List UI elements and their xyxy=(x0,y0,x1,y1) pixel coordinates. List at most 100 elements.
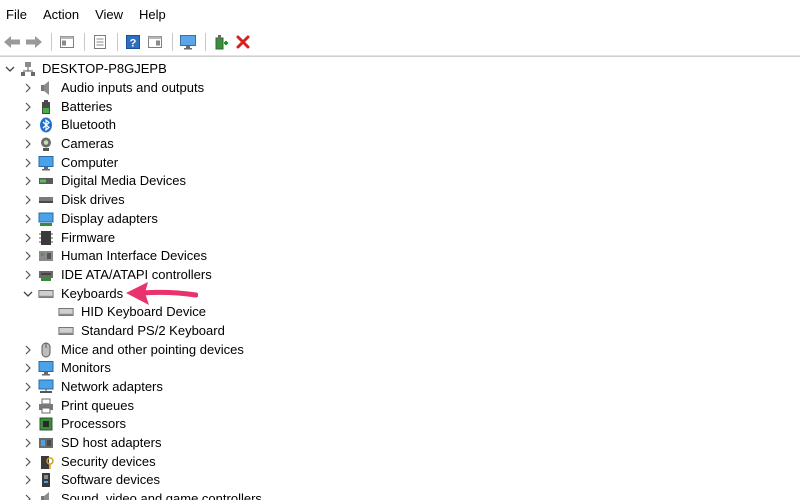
svg-text:?: ? xyxy=(130,38,137,50)
chevron-right-icon[interactable] xyxy=(22,344,34,356)
chevron-right-icon[interactable] xyxy=(22,381,34,393)
chevron-right-icon[interactable] xyxy=(22,138,34,150)
toolbar-divider xyxy=(0,55,800,57)
speaker-icon xyxy=(38,80,54,96)
chevron-right-icon[interactable] xyxy=(22,474,34,486)
tree-item-label: Audio inputs and outputs xyxy=(61,80,205,96)
chevron-right-icon[interactable] xyxy=(22,119,34,131)
help-button[interactable]: ? xyxy=(123,32,143,52)
chevron-right-icon[interactable] xyxy=(22,418,34,430)
tree-item-label: Print queues xyxy=(61,397,134,413)
chevron-right-icon[interactable] xyxy=(22,456,34,468)
device-tree: DESKTOP-P8GJEPB Audio inputs and outputs… xyxy=(0,60,800,500)
uninstall-device-button[interactable] xyxy=(233,32,253,52)
tree-item-digital-media[interactable]: Digital Media Devices xyxy=(0,172,800,191)
tree-item-ps2-keyboard[interactable]: Standard PS/2 Keyboard xyxy=(0,322,800,341)
action-pane-button[interactable] xyxy=(145,32,165,52)
tree-item-cameras[interactable]: Cameras xyxy=(0,135,800,154)
tree-item-display-adapters[interactable]: Display adapters xyxy=(0,210,800,229)
tree-item-keyboards[interactable]: Keyboards xyxy=(0,284,800,303)
tree-item-label: Cameras xyxy=(61,136,114,152)
chevron-right-icon[interactable] xyxy=(22,250,34,262)
tree-item-security[interactable]: Security devices xyxy=(0,452,800,471)
chevron-right-icon[interactable] xyxy=(22,213,34,225)
chevron-right-icon[interactable] xyxy=(22,493,34,500)
tree-item-label: Firmware xyxy=(61,229,116,245)
printer-icon xyxy=(38,398,54,414)
back-button[interactable] xyxy=(2,32,22,52)
chevron-right-icon[interactable] xyxy=(22,269,34,281)
chevron-right-icon[interactable] xyxy=(22,232,34,244)
console-tree-icon xyxy=(60,36,74,48)
chevron-right-icon[interactable] xyxy=(22,437,34,449)
keyboard-icon xyxy=(58,304,74,320)
properties-button[interactable] xyxy=(90,32,110,52)
tree-item-label: Sound, video and game controllers xyxy=(61,491,262,500)
display-adapter-icon xyxy=(38,211,54,227)
add-driver-button[interactable] xyxy=(211,32,231,52)
keyboard-icon xyxy=(58,323,74,339)
disk-drive-icon xyxy=(38,192,54,208)
tree-item-firmware[interactable]: Firmware xyxy=(0,228,800,247)
toolbar-separator xyxy=(172,33,173,51)
tree-item-batteries[interactable]: Batteries xyxy=(0,97,800,116)
battery-icon xyxy=(38,99,54,115)
tree-item-label: Computer xyxy=(61,154,119,170)
toolbar-separator xyxy=(117,33,118,51)
tree-item-monitors[interactable]: Monitors xyxy=(0,359,800,378)
chevron-right-icon[interactable] xyxy=(22,400,34,412)
menu-help[interactable]: Help xyxy=(137,0,174,30)
keyboard-icon xyxy=(38,286,54,302)
tree-item-hid-keyboard[interactable]: HID Keyboard Device xyxy=(0,303,800,322)
menu-view[interactable]: View xyxy=(93,0,131,30)
tree-root[interactable]: DESKTOP-P8GJEPB xyxy=(0,60,800,79)
chevron-right-icon[interactable] xyxy=(22,101,34,113)
menu-file[interactable]: File xyxy=(4,0,35,30)
console-tree-button[interactable] xyxy=(57,32,77,52)
tree-item-label: Keyboards xyxy=(61,285,124,301)
help-icon: ? xyxy=(126,35,140,50)
monitor-scan-icon xyxy=(180,35,196,50)
toolbar: ? xyxy=(0,30,800,54)
tree-item-computer[interactable]: Computer xyxy=(0,153,800,172)
chevron-down-icon[interactable] xyxy=(22,288,34,300)
tree-item-sound[interactable]: Sound, video and game controllers xyxy=(0,490,800,500)
back-arrow-icon xyxy=(4,36,20,48)
scan-hardware-button[interactable] xyxy=(178,32,198,52)
software-device-icon xyxy=(38,472,54,488)
chevron-right-icon[interactable] xyxy=(22,175,34,187)
tree-item-ide[interactable]: IDE ATA/ATAPI controllers xyxy=(0,266,800,285)
firmware-chip-icon xyxy=(38,230,54,246)
properties-icon xyxy=(94,35,106,49)
menu-action[interactable]: Action xyxy=(41,0,87,30)
computer-network-icon xyxy=(20,61,36,77)
tree-item-label: Disk drives xyxy=(61,192,125,208)
webcam-icon xyxy=(38,136,54,152)
delete-x-icon xyxy=(236,35,250,49)
tree-item-label: Display adapters xyxy=(61,210,158,226)
chevron-right-icon[interactable] xyxy=(22,194,34,206)
security-device-icon xyxy=(38,454,54,470)
tree-item-print-queues[interactable]: Print queues xyxy=(0,396,800,415)
annotation-arrow xyxy=(126,282,198,305)
chevron-right-icon[interactable] xyxy=(22,82,34,94)
ide-controller-icon xyxy=(38,267,54,283)
tree-item-audio[interactable]: Audio inputs and outputs xyxy=(0,79,800,98)
tree-item-hid[interactable]: Human Interface Devices xyxy=(0,247,800,266)
processor-icon xyxy=(38,416,54,432)
tree-item-disk-drives[interactable]: Disk drives xyxy=(0,191,800,210)
tree-item-software[interactable]: Software devices xyxy=(0,471,800,490)
hid-icon xyxy=(38,248,54,264)
tree-item-bluetooth[interactable]: Bluetooth xyxy=(0,116,800,135)
tree-item-label: Processors xyxy=(61,416,127,432)
tree-item-mice[interactable]: Mice and other pointing devices xyxy=(0,340,800,359)
tree-item-sd-host[interactable]: SD host adapters xyxy=(0,434,800,453)
tree-item-label: Security devices xyxy=(61,453,156,469)
forward-button[interactable] xyxy=(24,32,44,52)
chevron-right-icon[interactable] xyxy=(22,157,34,169)
tree-item-processors[interactable]: Processors xyxy=(0,415,800,434)
toolbar-separator xyxy=(205,33,206,51)
chevron-down-icon[interactable] xyxy=(4,63,16,75)
tree-item-network[interactable]: Network adapters xyxy=(0,378,800,397)
chevron-right-icon[interactable] xyxy=(22,362,34,374)
